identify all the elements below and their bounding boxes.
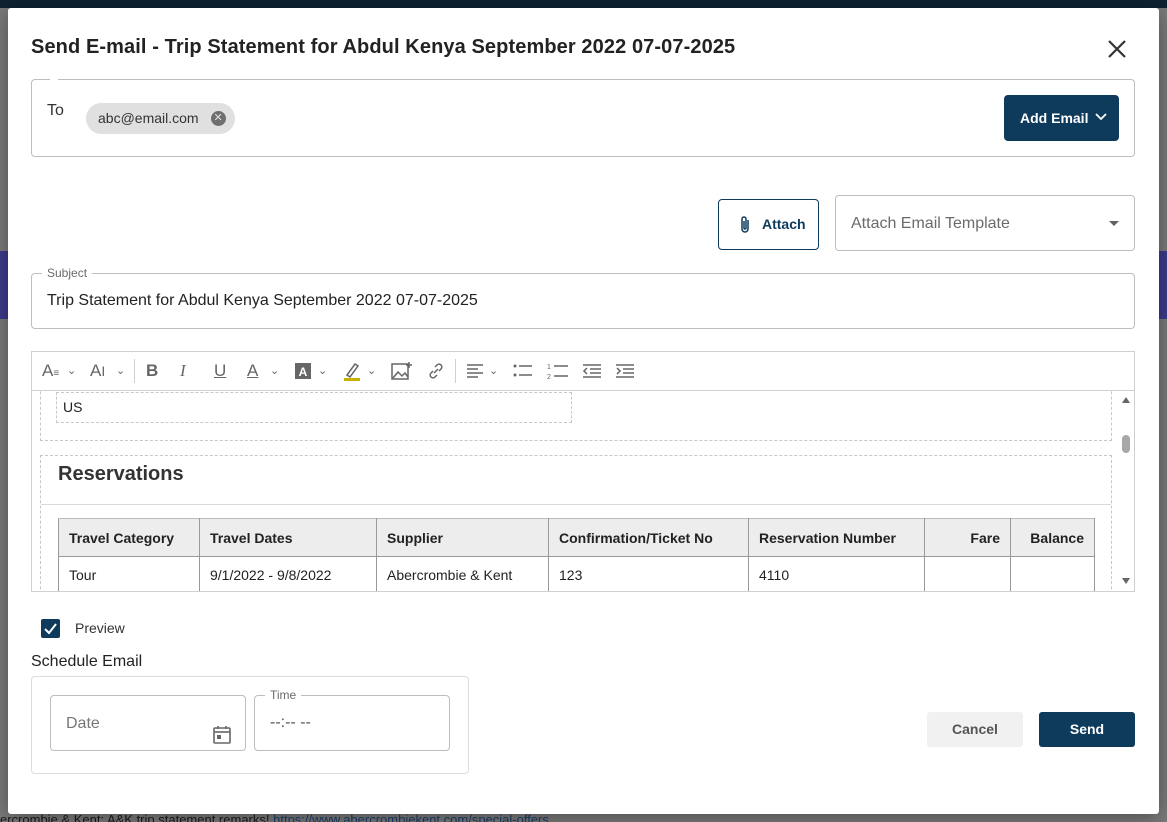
time-label: Time	[265, 688, 302, 702]
chevron-down-icon[interactable]: ⌄	[116, 360, 125, 382]
table-row: Tour 9/1/2022 - 9/8/2022 Abercrombie & K…	[58, 556, 1095, 591]
svg-text:1: 1	[547, 364, 551, 371]
chevron-down-icon	[1095, 95, 1107, 159]
recipient-chip[interactable]: abc@email.com ✕	[86, 103, 235, 134]
bullet-list-icon[interactable]	[513, 360, 533, 382]
font-color-icon[interactable]: A	[247, 360, 258, 382]
link-icon[interactable]	[427, 360, 445, 382]
table-header-cell: Fare	[924, 518, 1011, 557]
chevron-down-icon[interactable]: ⌄	[318, 360, 327, 382]
table-cell: 9/1/2022 - 9/8/2022	[199, 556, 377, 591]
table-cell: 4110	[748, 556, 925, 591]
remove-recipient-icon[interactable]: ✕	[210, 111, 226, 126]
template-placeholder: Attach Email Template	[851, 215, 1010, 232]
close-icon	[1108, 40, 1126, 58]
reservations-title: Reservations	[58, 463, 184, 485]
svg-text:A: A	[299, 365, 308, 379]
font-size-icon[interactable]: AI	[90, 360, 105, 382]
table-header-cell: Confirmation/Ticket No	[548, 518, 749, 557]
attach-label: Attach	[762, 216, 806, 232]
background-banner-right	[1159, 251, 1167, 319]
highlight-icon[interactable]	[342, 360, 362, 382]
calendar-icon[interactable]	[212, 713, 232, 769]
subject-label: Subject	[42, 266, 93, 280]
background-topbar	[0, 0, 1167, 8]
table-header-cell: Supplier	[376, 518, 549, 557]
table-cell: 123	[548, 556, 749, 591]
date-input[interactable]: Date	[50, 695, 246, 751]
scroll-down-icon[interactable]	[1122, 578, 1130, 584]
time-value: --:-- --	[270, 714, 311, 731]
date-placeholder: Date	[66, 715, 100, 732]
schedule-email-box: Date Time --:-- --	[31, 676, 469, 774]
table-header-cell: Balance	[1010, 518, 1095, 557]
indent-icon[interactable]	[615, 360, 635, 382]
cancel-button[interactable]: Cancel	[927, 712, 1023, 747]
table-cell	[924, 556, 1011, 591]
chevron-down-icon[interactable]: ⌄	[489, 360, 498, 382]
editor-toolbar: A≡ ⌄ AI ⌄ B I U A ⌄ A ⌄ ⌄ ⌄ 1 2	[32, 352, 1134, 391]
schedule-email-label: Schedule Email	[31, 653, 143, 670]
scroll-up-icon[interactable]	[1122, 397, 1130, 403]
editor-content[interactable]: US Reservations Travel Category Travel D…	[32, 391, 1118, 591]
dropdown-caret-icon	[1109, 221, 1119, 226]
align-icon[interactable]	[466, 360, 484, 382]
preview-checkbox[interactable]	[41, 619, 60, 638]
table-cell: Abercrombie & Kent	[376, 556, 549, 591]
to-field[interactable]: To abc@email.com ✕ Add Email	[31, 78, 1135, 157]
table-cell	[1010, 556, 1095, 591]
preview-label: Preview	[75, 620, 125, 636]
dialog-title: Send E-mail - Trip Statement for Abdul K…	[31, 36, 736, 58]
paperclip-icon	[741, 216, 749, 233]
send-button[interactable]: Send	[1039, 712, 1135, 747]
svg-text:2: 2	[547, 374, 551, 380]
add-email-button[interactable]: Add Email	[1004, 95, 1119, 141]
to-label: To	[47, 102, 64, 119]
email-template-select[interactable]: Attach Email Template	[835, 195, 1135, 251]
italic-icon[interactable]: I	[180, 360, 186, 382]
table-header-row: Travel Category Travel Dates Supplier Co…	[58, 518, 1095, 557]
chevron-down-icon[interactable]: ⌄	[67, 360, 76, 382]
attach-button[interactable]: Attach	[718, 199, 819, 250]
chevron-down-icon[interactable]: ⌄	[367, 360, 376, 382]
subject-field[interactable]: Subject Trip Statement for Abdul Kenya S…	[31, 266, 1135, 329]
bold-icon[interactable]: B	[146, 360, 158, 382]
send-email-dialog: Send E-mail - Trip Statement for Abdul K…	[8, 8, 1159, 814]
outdent-icon[interactable]	[582, 360, 602, 382]
chevron-down-icon[interactable]: ⌄	[270, 360, 279, 382]
reservations-section: Reservations Travel Category Travel Date…	[40, 455, 1112, 591]
paragraph-format-icon[interactable]: A≡	[42, 360, 59, 382]
numbered-list-icon[interactable]: 12	[547, 360, 569, 382]
checkmark-icon	[44, 623, 57, 635]
add-email-label: Add Email	[1020, 110, 1089, 126]
background-color-icon[interactable]: A	[294, 360, 312, 382]
time-input[interactable]: Time --:-- --	[254, 688, 450, 751]
background-banner-left	[0, 251, 8, 319]
reservations-table: Travel Category Travel Dates Supplier Co…	[58, 518, 1095, 591]
editor-scrollbar[interactable]	[1118, 391, 1134, 591]
table-header-cell: Reservation Number	[748, 518, 925, 557]
close-button[interactable]	[1103, 35, 1131, 63]
table-header-cell: Travel Category	[58, 518, 200, 557]
scrollbar-thumb[interactable]	[1122, 435, 1130, 453]
email-body-editor[interactable]: A≡ ⌄ AI ⌄ B I U A ⌄ A ⌄ ⌄ ⌄ 1 2 US Reser…	[31, 351, 1135, 592]
insert-image-icon[interactable]	[391, 360, 413, 382]
underline-icon[interactable]: U	[214, 360, 226, 382]
table-header-cell: Travel Dates	[199, 518, 377, 557]
address-line: US	[56, 392, 572, 423]
table-cell: Tour	[58, 556, 200, 591]
address-block: US	[40, 391, 1112, 441]
subject-value: Trip Statement for Abdul Kenya September…	[47, 292, 478, 309]
recipient-email: abc@email.com	[98, 110, 199, 126]
